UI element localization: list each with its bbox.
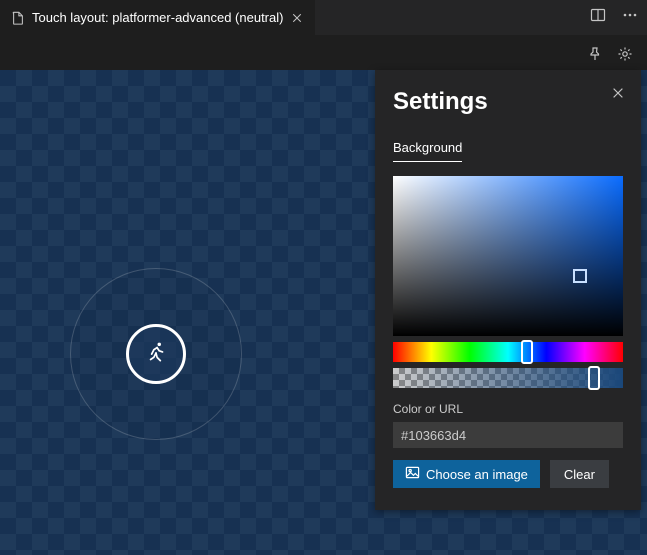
panel-title: Settings bbox=[393, 88, 623, 116]
joystick-outer-ring[interactable] bbox=[70, 268, 242, 440]
alpha-handle[interactable] bbox=[588, 366, 600, 390]
button-row: Choose an image Clear bbox=[393, 460, 623, 488]
file-icon bbox=[10, 10, 26, 26]
settings-panel: Settings Background Color or URL Choose … bbox=[375, 70, 641, 510]
title-actions bbox=[587, 4, 641, 26]
close-icon[interactable] bbox=[289, 10, 305, 26]
hue-handle[interactable] bbox=[521, 340, 533, 364]
color-saturation-picker[interactable] bbox=[393, 176, 623, 336]
more-actions-icon[interactable] bbox=[619, 4, 641, 26]
joystick-thumb[interactable] bbox=[126, 324, 186, 384]
choose-image-button[interactable]: Choose an image bbox=[393, 460, 540, 488]
tab-bar: Touch layout: platformer-advanced (neutr… bbox=[0, 0, 647, 35]
hue-slider[interactable] bbox=[393, 342, 623, 362]
tab-background[interactable]: Background bbox=[393, 140, 462, 162]
run-icon bbox=[143, 340, 169, 369]
tab-label: Touch layout: platformer-advanced (neutr… bbox=[32, 10, 283, 25]
image-icon bbox=[405, 465, 420, 483]
pin-icon[interactable] bbox=[585, 44, 605, 64]
choose-image-label: Choose an image bbox=[426, 467, 528, 482]
alpha-slider[interactable] bbox=[393, 368, 623, 388]
color-field-label: Color or URL bbox=[393, 402, 623, 416]
split-editor-icon[interactable] bbox=[587, 4, 609, 26]
clear-button[interactable]: Clear bbox=[550, 460, 609, 488]
color-selector-handle[interactable] bbox=[573, 269, 587, 283]
close-icon[interactable] bbox=[609, 84, 627, 102]
gear-icon[interactable] bbox=[615, 44, 635, 64]
color-url-input[interactable] bbox=[393, 422, 623, 448]
editor-tab[interactable]: Touch layout: platformer-advanced (neutr… bbox=[0, 0, 316, 35]
secondary-actions bbox=[585, 44, 635, 64]
